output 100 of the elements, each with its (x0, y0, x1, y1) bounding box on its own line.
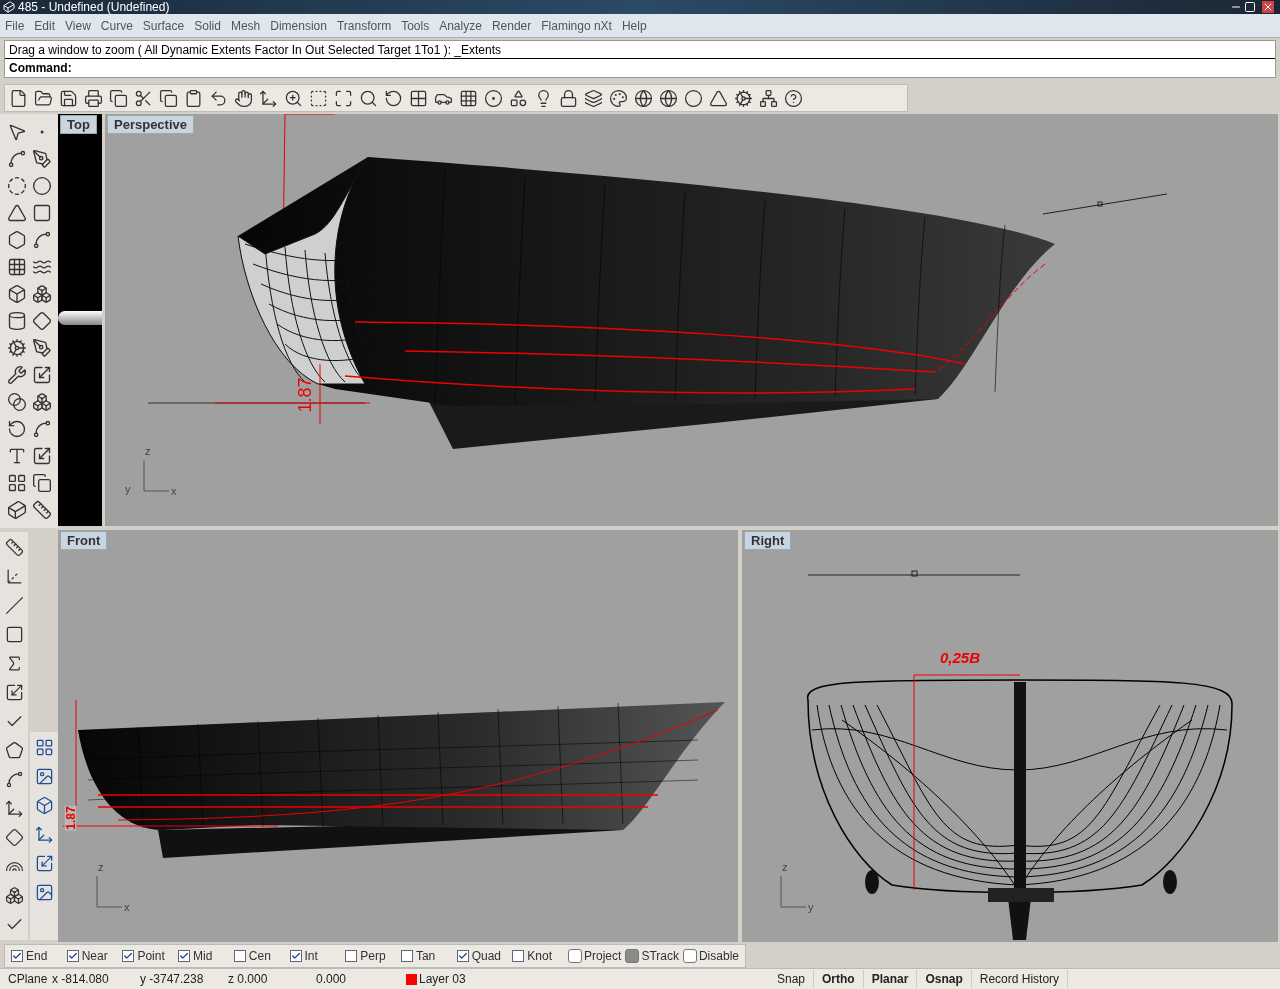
menu-item[interactable]: File (1, 16, 29, 35)
menu-item[interactable]: Help (617, 16, 651, 35)
rotate-axes-icon[interactable] (259, 88, 278, 108)
box-icon[interactable] (6, 284, 27, 304)
viewport[interactable]: Right 0,25B z y (742, 530, 1278, 942)
cube-icon[interactable] (6, 500, 27, 520)
boolean-icon[interactable] (6, 392, 27, 412)
cplane-label[interactable]: CPlane (0, 970, 52, 988)
cylinder-icon[interactable] (6, 311, 27, 331)
layers-icon[interactable] (584, 88, 603, 108)
viewport-title[interactable]: Front (60, 531, 108, 550)
checkbox[interactable] (233, 950, 246, 962)
maximize-icon[interactable] (1244, 1, 1256, 13)
diamond-icon[interactable] (4, 828, 24, 847)
ruler-icon[interactable] (31, 500, 52, 520)
checkbox[interactable] (456, 950, 469, 962)
menu-item[interactable]: Transform (332, 16, 396, 35)
checkbox[interactable] (512, 950, 525, 962)
checkbox[interactable] (178, 950, 191, 962)
checkbox[interactable] (11, 950, 23, 962)
point-circle-icon[interactable] (484, 88, 503, 108)
toggle-box[interactable] (568, 949, 583, 963)
status-pane[interactable]: Record History (971, 970, 1069, 988)
sphere-icon[interactable] (684, 88, 703, 108)
rotate-view-icon[interactable] (384, 88, 403, 108)
osnap-label[interactable]: Mid (193, 947, 213, 965)
menu-item[interactable]: View (61, 16, 95, 35)
lock-icon[interactable] (559, 88, 578, 108)
globe-grid-icon[interactable] (659, 88, 678, 108)
rectangle-icon[interactable] (31, 203, 52, 223)
toggle-label[interactable]: STrack (641, 947, 679, 965)
open-folder-icon[interactable] (34, 88, 53, 108)
hand-icon[interactable] (234, 88, 253, 108)
menu-item[interactable]: Flamingo nXt (537, 16, 616, 35)
osnap-label[interactable]: Cen (248, 947, 271, 965)
toggle-label[interactable]: Project (584, 947, 622, 965)
viewport-title[interactable]: Top (60, 115, 97, 134)
checkbox[interactable] (122, 950, 135, 962)
grid-plane-icon[interactable] (459, 88, 478, 108)
pen-icon[interactable] (31, 338, 52, 358)
close-icon[interactable] (1262, 1, 1274, 13)
osnap-label[interactable]: Int (304, 947, 318, 965)
rotate-icon[interactable] (6, 419, 27, 439)
gears-icon[interactable] (734, 88, 753, 108)
toggle-label[interactable]: Disable (698, 947, 739, 965)
viewport[interactable]: Front 1.87 z x (58, 530, 738, 942)
menu-item[interactable]: Analyze (435, 16, 486, 35)
layer-color-swatch[interactable] (406, 973, 417, 985)
zoom-in-icon[interactable] (284, 88, 303, 108)
osnap-label[interactable]: Quad (471, 947, 501, 965)
zoom-window-icon[interactable] (309, 88, 328, 108)
grid-icon[interactable] (34, 738, 54, 757)
new-file-icon[interactable] (9, 88, 28, 108)
search-icon[interactable] (359, 88, 378, 108)
osnap-label[interactable]: Perp (360, 947, 386, 965)
menu-item[interactable]: Mesh (226, 16, 265, 35)
gear-icon[interactable] (6, 338, 27, 358)
clipboard-icon[interactable] (184, 88, 203, 108)
zoom-extents-icon[interactable] (334, 88, 353, 108)
menu-item[interactable]: Curve (96, 16, 137, 35)
osnap-label[interactable]: Tan (415, 947, 436, 965)
menu-item[interactable]: Edit (30, 16, 60, 35)
toggle-box[interactable] (682, 949, 697, 963)
circle-icon[interactable] (6, 176, 27, 196)
printer-icon[interactable] (84, 88, 103, 108)
checkbox[interactable] (345, 950, 358, 962)
bounding-box-icon[interactable] (4, 625, 24, 644)
menu-item[interactable]: Solid (190, 16, 225, 35)
status-pane[interactable]: Osnap (917, 970, 972, 988)
osnap-label[interactable]: Knot (527, 947, 552, 965)
status-pane[interactable]: Ortho (814, 970, 864, 988)
array-icon[interactable] (6, 473, 27, 493)
checkbox[interactable] (400, 950, 413, 962)
sphere-wireframe-icon[interactable] (634, 88, 653, 108)
menu-item[interactable]: Surface (138, 16, 189, 35)
osnap-label[interactable]: Point (137, 947, 165, 965)
checkbox[interactable] (66, 950, 79, 962)
shapes-icon[interactable] (509, 88, 528, 108)
move-icon[interactable] (34, 825, 54, 844)
block-icon[interactable] (34, 796, 54, 815)
viewport-title[interactable]: Perspective (107, 115, 194, 134)
status-pane[interactable]: Snap (769, 970, 815, 988)
menu-item[interactable]: Render (487, 16, 536, 35)
hierarchy-icon[interactable] (759, 88, 778, 108)
checkbox[interactable] (289, 950, 302, 962)
polygon-icon[interactable] (6, 230, 27, 250)
viewport[interactable]: Perspective 1.87 z y x (105, 114, 1278, 526)
dimension-icon[interactable] (4, 538, 24, 557)
menu-item[interactable]: Dimension (266, 16, 331, 35)
osnap-label[interactable]: Near (81, 947, 108, 965)
viewport[interactable]: Top (58, 114, 102, 526)
image-icon[interactable] (34, 767, 54, 786)
save-icon[interactable] (59, 88, 78, 108)
osnap-label[interactable]: End (26, 947, 48, 965)
menu-item[interactable]: Tools (397, 16, 434, 35)
viewport-title[interactable]: Right (744, 531, 792, 550)
toggle-box[interactable] (625, 949, 640, 963)
copy-icon[interactable] (159, 88, 178, 108)
layer-name[interactable]: Layer 03 (419, 970, 599, 988)
scissors-icon[interactable] (134, 88, 153, 108)
